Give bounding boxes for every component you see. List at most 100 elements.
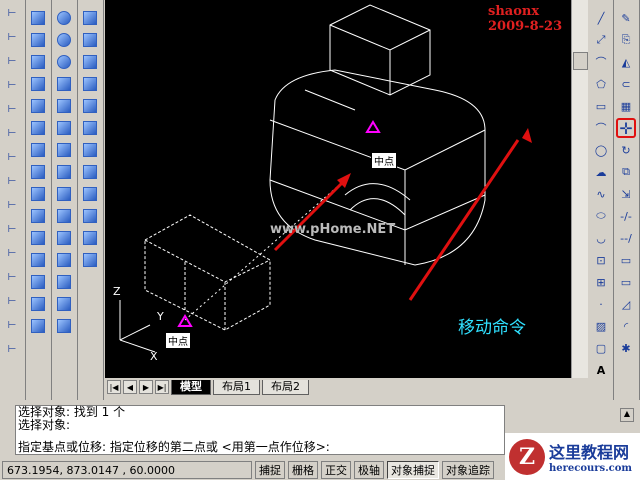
solid-box-icon[interactable]: [28, 8, 48, 28]
tool-icon[interactable]: [54, 140, 74, 160]
tool-icon[interactable]: [80, 162, 100, 182]
last-tab-button[interactable]: ▶|: [155, 380, 169, 394]
vertical-scrollbar[interactable]: [571, 0, 588, 378]
break-icon[interactable]: ▭: [616, 250, 636, 270]
point-icon[interactable]: ·: [591, 294, 611, 314]
tool-icon[interactable]: [80, 206, 100, 226]
tool-icon[interactable]: [80, 228, 100, 248]
left-toolbar-1: ⊢ ⊢ ⊢ ⊢ ⊢ ⊢ ⊢ ⊢ ⊢ ⊢ ⊢ ⊢ ⊢ ⊢ ⊢: [0, 0, 26, 400]
drawing-canvas[interactable]: shaonx 2009-8-23 www.pHome.NET 中点 中点 移动命…: [105, 0, 571, 378]
union-icon[interactable]: [28, 250, 48, 270]
xline-icon[interactable]: ⤢: [591, 30, 611, 50]
join-icon[interactable]: ▭: [616, 272, 636, 292]
hatch-icon[interactable]: ▨: [591, 316, 611, 336]
3d-zoom-icon[interactable]: [54, 52, 74, 72]
first-tab-button[interactable]: |◀: [107, 380, 121, 394]
insert-block-icon[interactable]: ⊡: [591, 250, 611, 270]
otrack-toggle[interactable]: 对象追踪: [442, 460, 494, 479]
command-scroll-up[interactable]: ▲: [620, 408, 634, 422]
tab-model[interactable]: 模型: [171, 379, 211, 395]
intersect-icon[interactable]: [28, 294, 48, 314]
3d-pan-icon[interactable]: [54, 30, 74, 50]
mirror-icon[interactable]: ◭: [616, 52, 636, 72]
next-tab-button[interactable]: ▶: [139, 380, 153, 394]
copy-icon[interactable]: ⎘: [616, 30, 636, 50]
array-icon[interactable]: ▦: [616, 96, 636, 116]
tool-icon[interactable]: [54, 118, 74, 138]
subtract-icon[interactable]: [28, 272, 48, 292]
pline-icon[interactable]: ⌒: [591, 52, 611, 72]
view-icon[interactable]: [28, 316, 48, 336]
move-icon[interactable]: ✛: [616, 118, 636, 138]
tool-icon[interactable]: [54, 162, 74, 182]
extrude-icon[interactable]: [28, 140, 48, 160]
erase-icon[interactable]: ✎: [616, 8, 636, 28]
tool-icon[interactable]: [80, 250, 100, 270]
tab-layout2[interactable]: 布局2: [262, 379, 309, 395]
ellipse-icon[interactable]: ⬭: [591, 206, 611, 226]
solid-wedge-icon[interactable]: [28, 30, 48, 50]
tool-icon[interactable]: [54, 184, 74, 204]
tool-icon[interactable]: [80, 140, 100, 160]
tool-icon[interactable]: [80, 52, 100, 72]
tab-layout1[interactable]: 布局1: [213, 379, 260, 395]
toolbar-icon[interactable]: ⊢ ⊢ ⊢ ⊢ ⊢ ⊢ ⊢ ⊢ ⊢ ⊢ ⊢ ⊢ ⊢ ⊢ ⊢: [2, 2, 22, 374]
spline-icon[interactable]: ∿: [591, 184, 611, 204]
tool-icon[interactable]: [54, 228, 74, 248]
solid-cone-icon[interactable]: [28, 52, 48, 72]
region-icon[interactable]: ▢: [591, 338, 611, 358]
extend-icon[interactable]: --/: [616, 228, 636, 248]
scale-icon[interactable]: ⧉: [616, 162, 636, 182]
ucs-z-label: Z: [113, 285, 121, 298]
revcloud-icon[interactable]: ☁: [591, 162, 611, 182]
3d-orbit-icon[interactable]: [54, 8, 74, 28]
tool-icon[interactable]: [54, 294, 74, 314]
osnap-toggle[interactable]: 对象捕捉: [387, 460, 439, 479]
rotate-icon[interactable]: ↻: [616, 140, 636, 160]
fillet-icon[interactable]: ◜: [616, 316, 636, 336]
trim-icon[interactable]: -/-: [616, 206, 636, 226]
arc-icon[interactable]: ⌒: [591, 118, 611, 138]
render-icon[interactable]: [54, 96, 74, 116]
text-icon[interactable]: A: [591, 360, 611, 380]
interfere-icon[interactable]: [28, 228, 48, 248]
solid-sphere-icon[interactable]: [28, 74, 48, 94]
tool-icon[interactable]: [80, 118, 100, 138]
polar-toggle[interactable]: 极轴: [354, 460, 384, 479]
make-block-icon[interactable]: ⊞: [591, 272, 611, 292]
tool-icon[interactable]: [80, 74, 100, 94]
snap-toggle[interactable]: 捕捉: [255, 460, 285, 479]
revolve-icon[interactable]: [28, 162, 48, 182]
chamfer-icon[interactable]: ◿: [616, 294, 636, 314]
prev-tab-button[interactable]: ◀: [123, 380, 137, 394]
command-history[interactable]: 选择对象: 找到 1 个 选择对象: 指定基点或位移: 指定位移的第二点或 <用…: [15, 405, 505, 455]
offset-icon[interactable]: ⊂: [616, 74, 636, 94]
grid-toggle[interactable]: 栅格: [288, 460, 318, 479]
solid-torus-icon[interactable]: [28, 118, 48, 138]
tool-icon[interactable]: [54, 316, 74, 336]
coordinate-readout: 673.1954, 873.0147 , 60.0000: [2, 460, 252, 479]
author-watermark: shaonx 2009-8-23: [488, 4, 563, 34]
tool-icon[interactable]: [54, 272, 74, 292]
tool-icon[interactable]: [54, 250, 74, 270]
ortho-toggle[interactable]: 正交: [321, 460, 351, 479]
slice-icon[interactable]: [28, 184, 48, 204]
command-prompt[interactable]: 指定基点或位移: 指定位移的第二点或 <用第一点作位移>:: [18, 441, 504, 454]
modify-toolbar: ╱ ⤢ ⌒ ⬠ ▭ ⌒ ◯ ☁ ∿ ⬭ ◡ ⊡ ⊞ · ▨ ▢ A: [589, 0, 614, 400]
stretch-icon[interactable]: ⇲: [616, 184, 636, 204]
ellipse-arc-icon[interactable]: ◡: [591, 228, 611, 248]
shade-icon[interactable]: [54, 74, 74, 94]
scroll-thumb[interactable]: [573, 52, 588, 70]
tool-icon[interactable]: [80, 184, 100, 204]
rectangle-icon[interactable]: ▭: [591, 96, 611, 116]
line-icon[interactable]: ╱: [591, 8, 611, 28]
tool-icon[interactable]: [80, 96, 100, 116]
solid-cylinder-icon[interactable]: [28, 96, 48, 116]
explode-icon[interactable]: ✱: [616, 338, 636, 358]
polygon-icon[interactable]: ⬠: [591, 74, 611, 94]
tool-icon[interactable]: [54, 206, 74, 226]
section-icon[interactable]: [28, 206, 48, 226]
circle-icon[interactable]: ◯: [591, 140, 611, 160]
tool-icon[interactable]: [80, 8, 100, 28]
tool-icon[interactable]: [80, 30, 100, 50]
